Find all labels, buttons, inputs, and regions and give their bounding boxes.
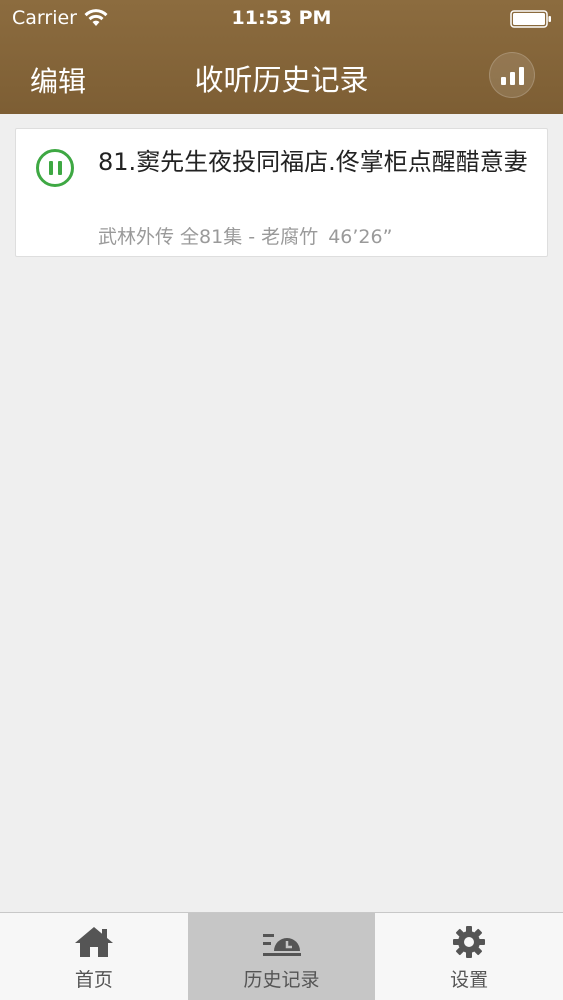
page-title: 收听历史记录: [194, 63, 369, 97]
status-time: 11:53 PM: [231, 7, 332, 29]
history-icon: [262, 934, 301, 956]
stats-button[interactable]: [489, 52, 535, 98]
episode-title: 81.窦先生夜投同福店.佟掌柜点醒醋意妻: [98, 148, 528, 176]
show-name: 武林外传 全81集: [98, 226, 243, 248]
tab-home-label: 首页: [74, 969, 113, 991]
pause-button[interactable]: [36, 149, 74, 187]
author-name: 老腐竹: [261, 226, 319, 248]
pause-icon: [48, 161, 53, 175]
bar-chart-icon: [500, 77, 506, 85]
tab-settings[interactable]: 设置: [375, 913, 563, 1000]
battery-icon: [510, 10, 551, 28]
history-list: 81.窦先生夜投同福店.佟掌柜点醒醋意妻 武林外传 全81集 - 老腐竹 46’2…: [0, 114, 563, 912]
tab-home[interactable]: 首页: [0, 913, 188, 1000]
tab-bar: 首页 历史记录 设置: [0, 912, 563, 1000]
episode-meta: 武林外传 全81集 - 老腐竹 46’26”: [98, 222, 392, 249]
bar-chart-icon-bar-3: [518, 67, 524, 85]
navigation-bar: 编辑 收听历史记录: [0, 38, 563, 114]
home-icon: [74, 927, 113, 957]
status-bar: Carrier 11:53 PM: [0, 0, 563, 38]
bar-chart-icon-bar-2: [509, 72, 515, 85]
episode-duration: 46’26”: [328, 226, 393, 248]
tab-settings-label: 设置: [450, 969, 489, 991]
meta-separator: -: [248, 226, 256, 248]
history-item[interactable]: 81.窦先生夜投同福店.佟掌柜点醒醋意妻 武林外传 全81集 - 老腐竹 46’2…: [15, 128, 548, 257]
top-bar: Carrier 11:53 PM 编辑 收听历史记录: [0, 0, 563, 114]
pause-icon-bar-2: [57, 161, 62, 175]
gear-icon: [453, 926, 486, 958]
tab-history-label: 历史记录: [243, 969, 320, 991]
tab-history[interactable]: 历史记录: [187, 913, 376, 1000]
